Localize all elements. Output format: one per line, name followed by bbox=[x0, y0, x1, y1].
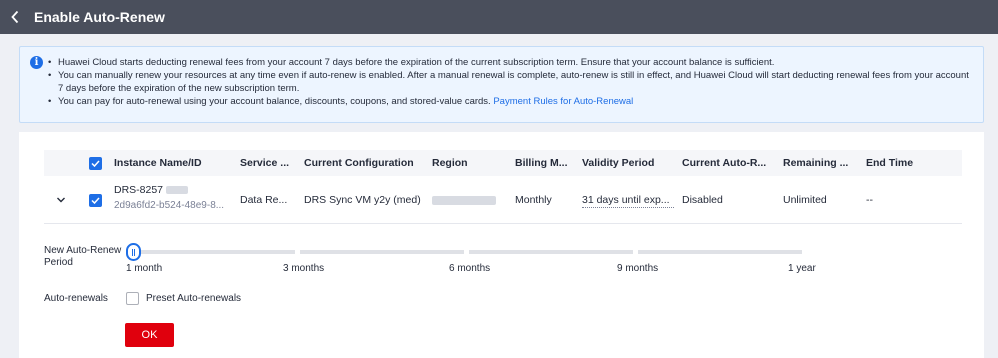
table-header: Instance Name/ID Service ... Current Con… bbox=[44, 150, 962, 176]
ok-button[interactable]: OK bbox=[125, 323, 174, 347]
tick-6-months[interactable]: 6 months bbox=[449, 263, 490, 274]
redacted-region bbox=[432, 195, 496, 205]
back-button[interactable] bbox=[0, 0, 30, 34]
col-validity[interactable]: Validity Period bbox=[582, 150, 676, 176]
period-label: New Auto-Renew Period bbox=[44, 245, 122, 268]
slider-segment[interactable] bbox=[300, 250, 464, 254]
instance-cell: DRS-8257 2d9a6fd2-b524-48e9-8... bbox=[114, 176, 236, 224]
col-service[interactable]: Service ... bbox=[240, 150, 298, 176]
redacted-text bbox=[165, 186, 188, 195]
notice-item: You can manually renew your resources at… bbox=[48, 69, 973, 95]
remaining-value: Unlimited bbox=[783, 194, 827, 206]
auto-renewals-label: Auto-renewals bbox=[44, 293, 108, 304]
select-all-checkbox[interactable] bbox=[89, 157, 102, 170]
preset-auto-renewals-checkbox[interactable] bbox=[126, 292, 139, 305]
notice-text: You can pay for auto-renewal using your … bbox=[58, 96, 491, 107]
validity-value[interactable]: 31 days until exp... bbox=[582, 193, 674, 208]
tick-3-months[interactable]: 3 months bbox=[283, 263, 324, 274]
col-billing[interactable]: Billing M... bbox=[515, 150, 579, 176]
check-icon bbox=[91, 160, 100, 167]
configuration-value: DRS Sync VM y2y (med) bbox=[304, 194, 421, 206]
table-row: DRS-8257 2d9a6fd2-b524-48e9-8... Data Re… bbox=[44, 176, 962, 224]
col-configuration[interactable]: Current Configuration bbox=[304, 150, 432, 176]
notice-item: Huawei Cloud starts deducting renewal fe… bbox=[48, 56, 973, 69]
instance-id: 2d9a6fd2-b524-48e9-8... bbox=[114, 200, 225, 211]
chevron-down-icon[interactable] bbox=[56, 195, 66, 205]
col-region[interactable]: Region bbox=[432, 150, 512, 176]
auto-renew-value: Disabled bbox=[682, 194, 723, 206]
renew-panel: Instance Name/ID Service ... Current Con… bbox=[19, 132, 984, 358]
end-time-value: -- bbox=[866, 194, 873, 206]
slider-segment[interactable] bbox=[469, 250, 633, 254]
col-remaining[interactable]: Remaining ... bbox=[783, 150, 855, 176]
service-value: Data Re... bbox=[240, 194, 288, 206]
instance-name: DRS-8257 bbox=[114, 184, 188, 196]
slider-segment[interactable] bbox=[638, 250, 802, 254]
notice-list: Huawei Cloud starts deducting renewal fe… bbox=[48, 56, 973, 108]
grip-icon bbox=[132, 249, 135, 256]
info-icon: i bbox=[30, 56, 43, 69]
notice-item: You can pay for auto-renewal using your … bbox=[48, 95, 973, 108]
chevron-left-icon bbox=[11, 10, 19, 24]
page-title: Enable Auto-Renew bbox=[34, 9, 165, 25]
col-auto-renew[interactable]: Current Auto-R... bbox=[682, 150, 778, 176]
slider-handle[interactable] bbox=[126, 243, 141, 261]
col-instance-name[interactable]: Instance Name/ID bbox=[114, 150, 234, 176]
page-header: Enable Auto-Renew bbox=[0, 0, 998, 34]
slider-segment[interactable] bbox=[131, 250, 295, 254]
col-end-time[interactable]: End Time bbox=[866, 150, 936, 176]
check-icon bbox=[91, 197, 100, 204]
tick-1-year[interactable]: 1 year bbox=[788, 263, 816, 274]
payment-rules-link[interactable]: Payment Rules for Auto-Renewal bbox=[493, 96, 633, 107]
preset-auto-renewals-label[interactable]: Preset Auto-renewals bbox=[146, 293, 241, 304]
billing-value: Monthly bbox=[515, 194, 552, 206]
row-checkbox[interactable] bbox=[89, 194, 102, 207]
region-value bbox=[432, 176, 512, 224]
info-notice: i Huawei Cloud starts deducting renewal … bbox=[19, 46, 984, 123]
tick-9-months[interactable]: 9 months bbox=[617, 263, 658, 274]
tick-1-month[interactable]: 1 month bbox=[126, 263, 162, 274]
